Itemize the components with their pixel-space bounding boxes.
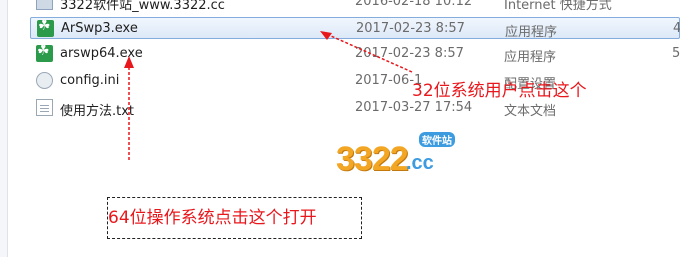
arrow-to-arswp3 [321, 31, 413, 73]
annotation-32bit: 32位系统用户点击这个 [412, 81, 587, 101]
arrow-head-arswp64 [124, 56, 134, 68]
annotation-64bit: 64位操作系统点击这个打开 [108, 208, 317, 228]
arrow-head-arswp3 [320, 31, 332, 40]
